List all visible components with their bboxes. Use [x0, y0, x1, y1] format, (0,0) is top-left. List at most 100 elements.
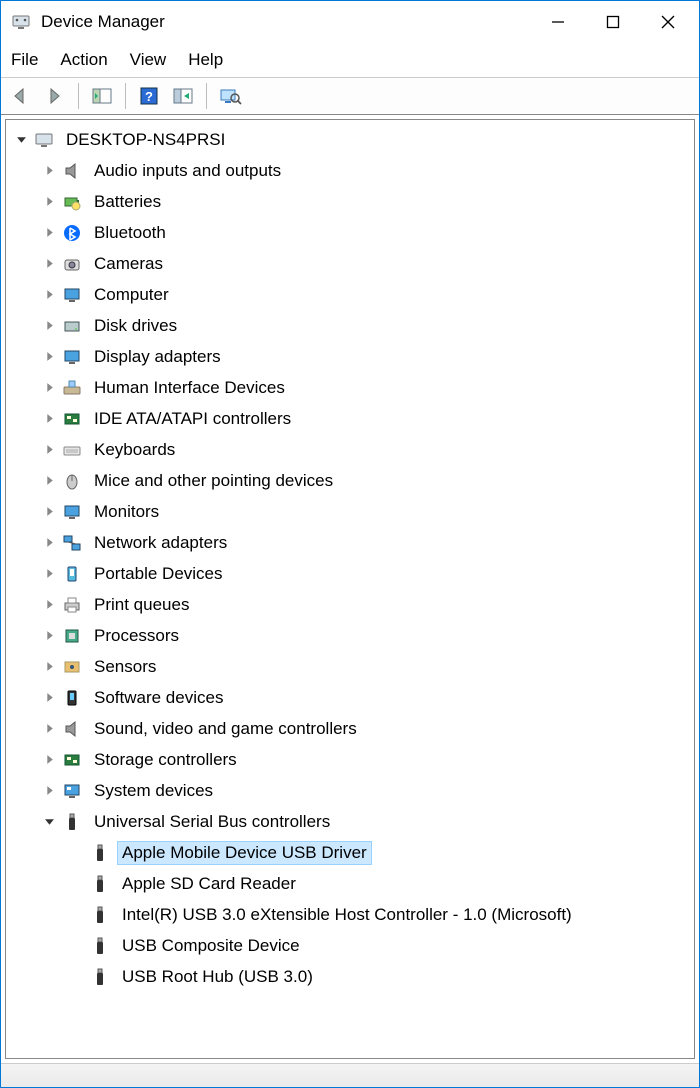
device-tree[interactable]: DESKTOP-NS4PRSIAudio inputs and outputs B… — [5, 119, 695, 1059]
caret-right-icon[interactable] — [38, 191, 60, 213]
caret-right-icon[interactable] — [38, 253, 60, 275]
category-keyboard[interactable]: Keyboards — [34, 434, 694, 465]
menu-file[interactable]: File — [11, 50, 38, 70]
printer-icon — [60, 593, 84, 617]
category-label: IDE ATA/ATAPI controllers — [90, 408, 295, 430]
caret-right-icon[interactable] — [38, 222, 60, 244]
caret-right-icon[interactable] — [38, 501, 60, 523]
caret-right-icon[interactable] — [38, 532, 60, 554]
device-item[interactable]: Apple SD Card Reader — [62, 868, 694, 899]
toolbar: ? — [1, 77, 699, 115]
usb-icon — [88, 872, 112, 896]
caret-right-icon[interactable] — [38, 749, 60, 771]
category-ide[interactable]: IDE ATA/ATAPI controllers — [34, 403, 694, 434]
caret-right-icon[interactable] — [38, 563, 60, 585]
minimize-button[interactable] — [530, 2, 585, 42]
category-storage[interactable]: Storage controllers — [34, 744, 694, 775]
caret-down-icon[interactable] — [38, 811, 60, 833]
help-button[interactable]: ? — [135, 82, 163, 110]
battery-icon — [60, 190, 84, 214]
category-usb[interactable]: Universal Serial Bus controllers — [34, 806, 694, 837]
category-label: Monitors — [90, 501, 163, 523]
menu-help[interactable]: Help — [188, 50, 223, 70]
keyboard-icon — [60, 438, 84, 462]
back-button[interactable] — [7, 82, 35, 110]
forward-button[interactable] — [41, 82, 69, 110]
caret-down-icon[interactable] — [10, 129, 32, 151]
category-sensor[interactable]: Sensors — [34, 651, 694, 682]
window-title: Device Manager — [41, 12, 530, 32]
category-mouse[interactable]: Mice and other pointing devices — [34, 465, 694, 496]
caret-right-icon[interactable] — [38, 346, 60, 368]
device-manager-window: Device Manager File Action View Help ? — [0, 0, 700, 1088]
caret-right-icon[interactable] — [38, 160, 60, 182]
category-label: Storage controllers — [90, 749, 241, 771]
category-computer[interactable]: Computer — [34, 279, 694, 310]
category-label: Universal Serial Bus controllers — [90, 811, 334, 833]
category-label: Batteries — [90, 191, 165, 213]
category-label: Software devices — [90, 687, 227, 709]
category-monitor[interactable]: Monitors — [34, 496, 694, 527]
category-software[interactable]: Software devices — [34, 682, 694, 713]
monitor-icon — [60, 500, 84, 524]
category-network[interactable]: Network adapters — [34, 527, 694, 558]
caret-right-icon[interactable] — [38, 408, 60, 430]
caret-right-icon[interactable] — [38, 284, 60, 306]
category-audio[interactable]: Audio inputs and outputs — [34, 155, 694, 186]
toolbar-divider — [78, 83, 79, 109]
display-icon — [60, 345, 84, 369]
category-label: Cameras — [90, 253, 167, 275]
category-label: Print queues — [90, 594, 193, 616]
category-label: Mice and other pointing devices — [90, 470, 337, 492]
find-device-button[interactable] — [216, 82, 244, 110]
category-hid[interactable]: Human Interface Devices — [34, 372, 694, 403]
category-bluetooth[interactable]: Bluetooth — [34, 217, 694, 248]
menubar: File Action View Help — [1, 43, 699, 77]
usb-icon — [88, 841, 112, 865]
caret-right-icon[interactable] — [38, 656, 60, 678]
computer-icon — [60, 283, 84, 307]
ide-icon — [60, 407, 84, 431]
caret-right-icon[interactable] — [38, 377, 60, 399]
show-hide-tree-button[interactable] — [88, 82, 116, 110]
menu-view[interactable]: View — [130, 50, 167, 70]
category-display[interactable]: Display adapters — [34, 341, 694, 372]
device-item[interactable]: Apple Mobile Device USB Driver — [62, 837, 694, 868]
category-printer[interactable]: Print queues — [34, 589, 694, 620]
toolbar-divider-2 — [125, 83, 126, 109]
device-label: USB Root Hub (USB 3.0) — [118, 966, 317, 988]
category-camera[interactable]: Cameras — [34, 248, 694, 279]
caret-right-icon[interactable] — [38, 780, 60, 802]
category-system[interactable]: System devices — [34, 775, 694, 806]
category-label: Keyboards — [90, 439, 179, 461]
category-label: Sensors — [90, 656, 160, 678]
category-battery[interactable]: Batteries — [34, 186, 694, 217]
caret-right-icon[interactable] — [38, 470, 60, 492]
category-label: Computer — [90, 284, 173, 306]
toolbar-divider-3 — [206, 83, 207, 109]
close-button[interactable] — [640, 2, 695, 42]
category-cpu[interactable]: Processors — [34, 620, 694, 651]
usb-icon — [88, 965, 112, 989]
sound-icon — [60, 717, 84, 741]
caret-right-icon[interactable] — [38, 625, 60, 647]
category-disk[interactable]: Disk drives — [34, 310, 694, 341]
caret-right-icon[interactable] — [38, 594, 60, 616]
category-portable[interactable]: Portable Devices — [34, 558, 694, 589]
svg-text:?: ? — [145, 89, 153, 104]
window-controls — [530, 2, 695, 42]
device-item[interactable]: Intel(R) USB 3.0 eXtensible Host Control… — [62, 899, 694, 930]
scan-hardware-button[interactable] — [169, 82, 197, 110]
maximize-button[interactable] — [585, 2, 640, 42]
titlebar: Device Manager — [1, 1, 699, 43]
menu-action[interactable]: Action — [60, 50, 107, 70]
caret-right-icon[interactable] — [38, 718, 60, 740]
tree-root-node[interactable]: DESKTOP-NS4PRSI — [6, 124, 694, 155]
device-item[interactable]: USB Composite Device — [62, 930, 694, 961]
computer-root-icon — [32, 128, 56, 152]
caret-right-icon[interactable] — [38, 439, 60, 461]
caret-right-icon[interactable] — [38, 687, 60, 709]
device-item[interactable]: USB Root Hub (USB 3.0) — [62, 961, 694, 992]
caret-right-icon[interactable] — [38, 315, 60, 337]
category-sound[interactable]: Sound, video and game controllers — [34, 713, 694, 744]
